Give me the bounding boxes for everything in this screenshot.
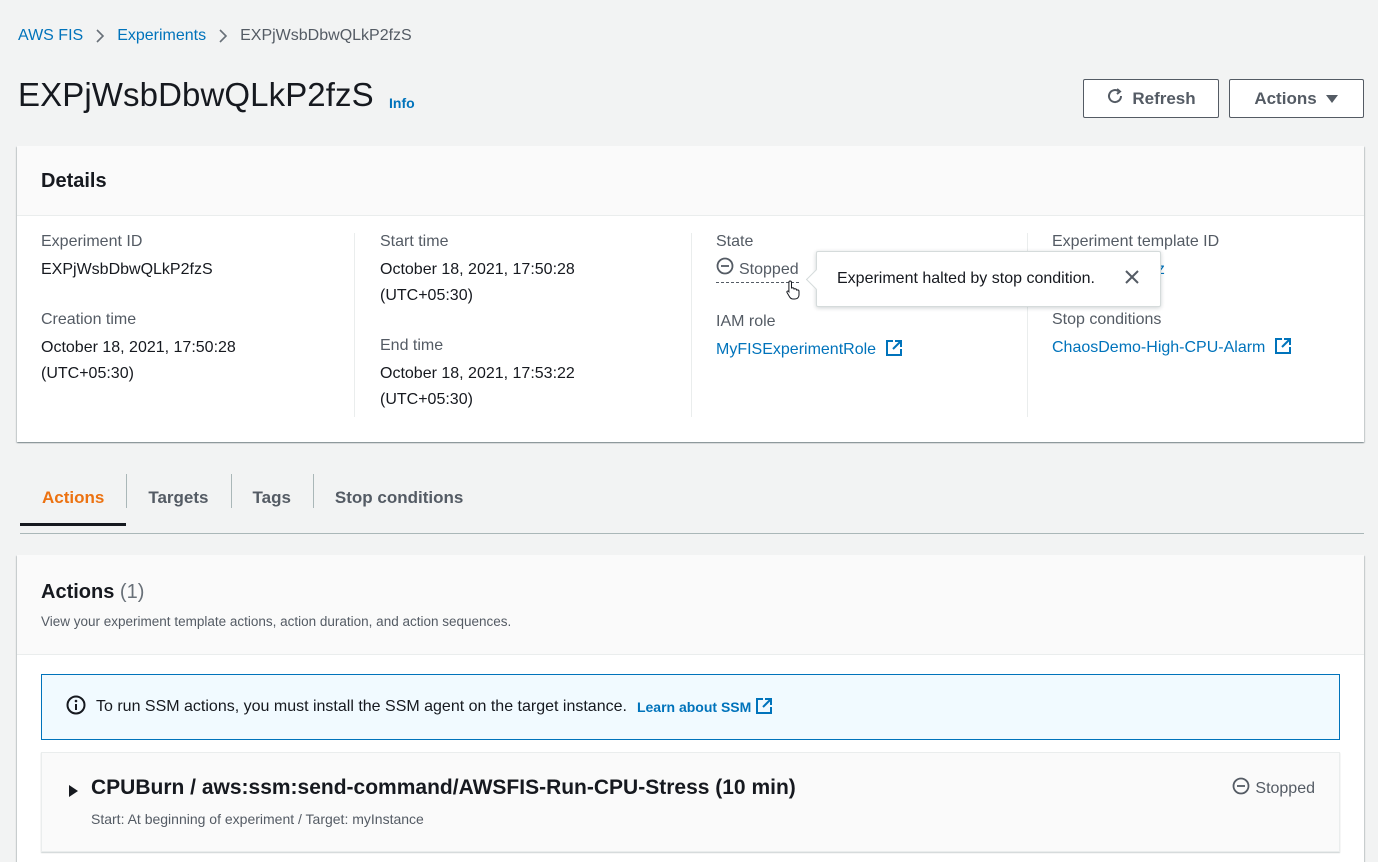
popover-text: Experiment halted by stop condition. — [837, 270, 1095, 287]
actions-heading-text: Actions — [41, 581, 115, 603]
action-subtitle: Start: At beginning of experiment / Targ… — [91, 811, 424, 827]
actions-description: View your experiment template actions, a… — [41, 614, 512, 629]
tab-tags[interactable]: Tags — [230, 472, 313, 524]
details-header: Details — [17, 146, 1364, 216]
page-title: EXPjWsbDbwQLkP2fzS — [18, 76, 374, 113]
experiment-id-value: EXPjWsbDbwQLkP2fzS — [41, 261, 213, 278]
template-id-label: Experiment template ID — [1052, 233, 1220, 250]
action-title: CPUBurn / aws:ssm:send-command/AWSFIS-Ru… — [91, 776, 796, 799]
start-time-value-tz: (UTC+05:30) — [380, 287, 473, 304]
action-status-text: Stopped — [1255, 779, 1315, 797]
chevron-right-icon — [218, 28, 228, 44]
state-label: State — [716, 233, 754, 250]
creation-time-value-tz: (UTC+05:30) — [41, 365, 134, 382]
caret-right-icon[interactable] — [68, 784, 78, 802]
details-col-2: Start time October 18, 2021, 17:50:28 (U… — [354, 233, 691, 417]
learn-about-ssm-link[interactable]: Learn about SSM — [637, 697, 773, 718]
end-time-value-date: October 18, 2021, 17:53:22 — [380, 365, 575, 382]
alert-text: To run SSM actions, you must install the… — [96, 698, 627, 715]
details-title: Details — [41, 170, 107, 192]
details-panel: Details Experiment ID EXPjWsbDbwQLkP2fzS… — [17, 146, 1364, 442]
breadcrumb-experiments[interactable]: Experiments — [117, 27, 206, 45]
pointer-cursor-icon — [785, 280, 801, 305]
stop-conditions-label: Stop conditions — [1052, 311, 1162, 328]
info-link[interactable]: Info — [389, 95, 415, 111]
actions-count: (1) — [119, 581, 145, 603]
tab-actions[interactable]: Actions — [20, 472, 127, 526]
iam-role-link[interactable]: MyFISExperimentRole — [716, 341, 876, 358]
breadcrumb-current: EXPjWsbDbwQLkP2fzS — [240, 27, 412, 44]
breadcrumb-aws-fis[interactable]: AWS FIS — [18, 27, 83, 45]
caret-down-icon — [1325, 89, 1339, 109]
action-item[interactable]: CPUBurn / aws:ssm:send-command/AWSFIS-Ru… — [41, 752, 1340, 852]
actions-header: Actions (1) View your experiment templat… — [17, 555, 1364, 655]
refresh-icon — [1106, 87, 1124, 110]
stopped-icon — [716, 257, 734, 282]
actions-panel: Actions (1) View your experiment templat… — [17, 555, 1364, 862]
learn-about-ssm-text: Learn about SSM — [636, 699, 752, 715]
actions-heading: Actions (1) — [41, 581, 1340, 604]
creation-time-label: Creation time — [41, 311, 137, 328]
close-icon[interactable] — [1124, 269, 1140, 290]
state-text: Stopped — [739, 260, 799, 278]
details-col-1: Experiment ID EXPjWsbDbwQLkP2fzS Creatio… — [41, 233, 353, 417]
ssm-info-alert: To run SSM actions, you must install the… — [41, 674, 1340, 740]
start-time-label: Start time — [380, 233, 449, 250]
external-link-icon[interactable] — [1274, 337, 1292, 364]
breadcrumb: AWS FIS Experiments EXPjWsbDbwQLkP2fzS — [18, 27, 412, 45]
external-link-icon[interactable] — [885, 339, 903, 366]
actions-label: Actions — [1254, 88, 1317, 108]
end-time-label: End time — [380, 337, 444, 354]
experiment-id-label: Experiment ID — [41, 233, 143, 250]
refresh-button[interactable]: Refresh — [1083, 79, 1219, 118]
refresh-label: Refresh — [1132, 88, 1196, 108]
external-link-icon — [755, 697, 773, 718]
start-time-value-date: October 18, 2021, 17:50:28 — [380, 261, 575, 278]
stop-condition-link[interactable]: ChaosDemo-High-CPU-Alarm — [1052, 339, 1265, 356]
state-popover: Experiment halted by stop condition. — [816, 251, 1161, 307]
info-icon — [66, 695, 86, 720]
tab-stop-conditions[interactable]: Stop conditions — [312, 472, 485, 524]
tab-bar: Actions Targets Tags Stop conditions — [20, 474, 1364, 534]
stopped-icon — [1232, 777, 1250, 800]
creation-time-value-date: October 18, 2021, 17:50:28 — [41, 339, 236, 356]
chevron-right-icon — [95, 28, 105, 44]
actions-dropdown-button[interactable]: Actions — [1229, 79, 1364, 118]
end-time-value-tz: (UTC+05:30) — [380, 391, 473, 408]
tab-targets[interactable]: Targets — [126, 472, 230, 524]
action-status: Stopped — [1232, 777, 1315, 800]
iam-role-label: IAM role — [716, 313, 776, 330]
